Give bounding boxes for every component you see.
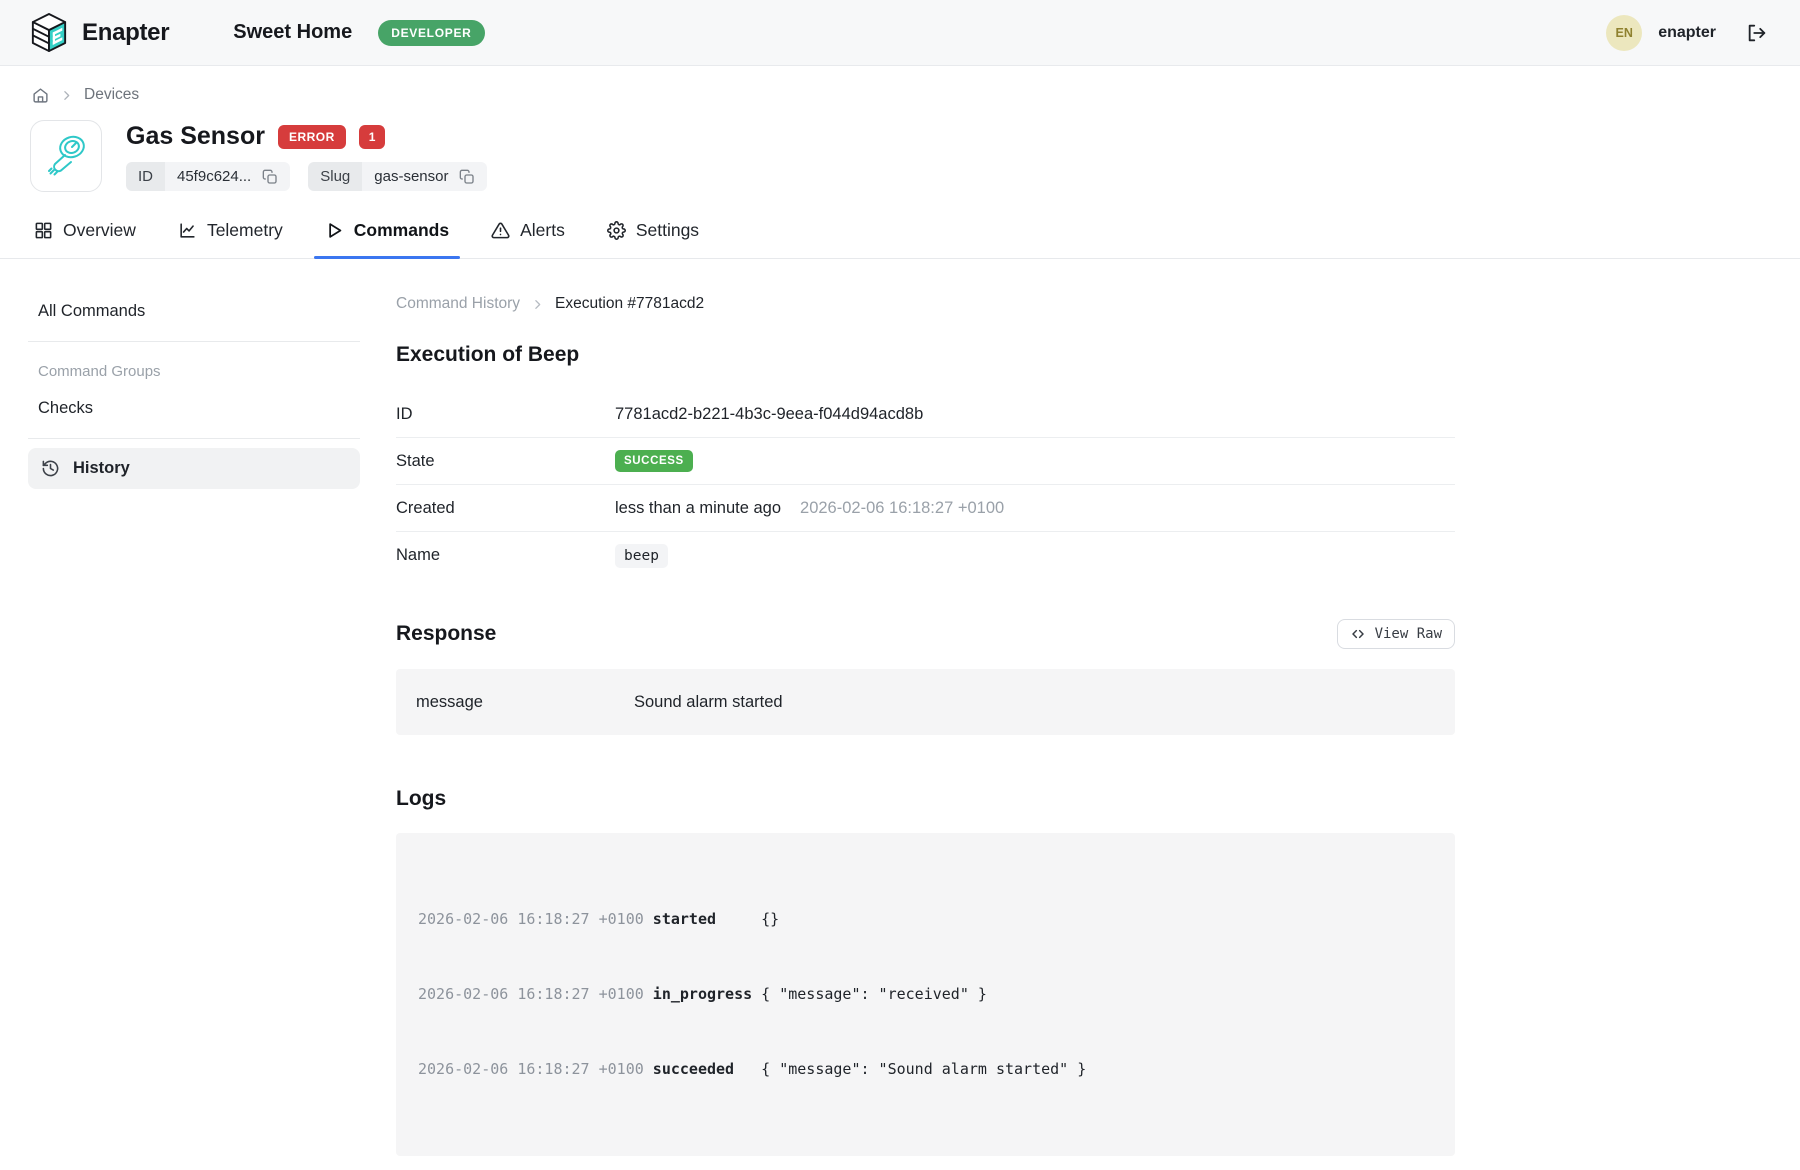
- chevron-right-icon: [60, 89, 73, 102]
- sidebar-divider: [28, 438, 360, 439]
- execution-title: Execution of Beep: [396, 343, 1455, 367]
- logout-icon: [1746, 22, 1768, 44]
- detail-row-name: Name beep: [396, 532, 1455, 579]
- device-id-value: 45f9c624...: [177, 168, 251, 185]
- commands-sidebar: All Commands Command Groups Checks Histo…: [28, 285, 360, 1156]
- view-raw-label: View Raw: [1375, 626, 1442, 642]
- sidebar-item-all-commands[interactable]: All Commands: [28, 291, 360, 332]
- device-icon-card: [30, 120, 102, 192]
- device-slug-label: Slug: [308, 162, 362, 191]
- response-section-head: Response View Raw: [396, 619, 1455, 649]
- code-icon: [1350, 626, 1366, 642]
- gear-icon: [607, 221, 626, 240]
- log-line: 2026-02-06 16:18:27 +0100 started{}: [418, 907, 1433, 932]
- detail-id-value: 7781acd2-b221-4b3c-9eea-f044d94acd8b: [615, 405, 923, 424]
- log-state: in_progress: [653, 982, 761, 1007]
- device-error-badge: ERROR: [278, 125, 346, 149]
- top-bar: Enapter Sweet Home DEVELOPER EN enapter: [0, 0, 1800, 66]
- chevron-right-icon: [531, 298, 544, 311]
- logout-button[interactable]: [1744, 20, 1770, 46]
- user-area: EN enapter: [1606, 15, 1770, 51]
- response-title: Response: [396, 622, 496, 646]
- device-header-info: Gas Sensor ERROR 1 ID 45f9c624... S: [126, 120, 487, 192]
- tab-commands-label: Commands: [354, 220, 449, 241]
- sidebar-history-label: History: [73, 459, 130, 478]
- log-payload: { "message": "Sound alarm started" }: [761, 1060, 1086, 1078]
- execution-breadcrumb: Command History Execution #7781acd2: [396, 295, 1455, 313]
- command-name-chip: beep: [615, 544, 668, 568]
- view-raw-button[interactable]: View Raw: [1337, 619, 1455, 649]
- log-state: started: [653, 907, 761, 932]
- tab-alerts[interactable]: Alerts: [491, 220, 565, 258]
- log-timestamp: 2026-02-06 16:18:27 +0100: [418, 985, 644, 1003]
- breadcrumb-command-history[interactable]: Command History: [396, 295, 520, 313]
- tab-overview-label: Overview: [63, 220, 136, 241]
- breadcrumb-devices[interactable]: Devices: [84, 86, 139, 104]
- logs-box: 2026-02-06 16:18:27 +0100 started{} 2026-…: [396, 833, 1455, 1156]
- tab-commands[interactable]: Commands: [325, 220, 449, 258]
- detail-name-label: Name: [396, 546, 615, 565]
- gas-sensor-icon: [42, 132, 90, 180]
- tab-settings[interactable]: Settings: [607, 220, 699, 258]
- breadcrumb: Devices: [0, 66, 1800, 104]
- tab-overview[interactable]: Overview: [34, 220, 136, 258]
- play-icon: [325, 221, 344, 240]
- content: All Commands Command Groups Checks Histo…: [0, 259, 1800, 1156]
- log-line: 2026-02-06 16:18:27 +0100 in_progress{ "m…: [418, 982, 1433, 1007]
- device-error-count-badge: 1: [359, 125, 386, 149]
- log-state: succeeded: [653, 1057, 761, 1082]
- device-id-label: ID: [126, 162, 165, 191]
- detail-created-label: Created: [396, 499, 615, 518]
- device-slug-value: gas-sensor: [374, 168, 448, 185]
- log-timestamp: 2026-02-06 16:18:27 +0100: [418, 910, 644, 928]
- breadcrumb-execution-id: Execution #7781acd2: [555, 295, 704, 313]
- tab-settings-label: Settings: [636, 220, 699, 241]
- created-absolute: 2026-02-06 16:18:27 +0100: [800, 499, 1004, 518]
- state-success-badge: SUCCESS: [615, 450, 693, 472]
- response-box: message Sound alarm started: [396, 669, 1455, 735]
- history-icon: [41, 459, 60, 478]
- detail-row-state: State SUCCESS: [396, 438, 1455, 485]
- device-name: Gas Sensor: [126, 122, 265, 151]
- device-tabs: Overview Telemetry Commands Alerts: [0, 192, 1800, 259]
- device-header: Gas Sensor ERROR 1 ID 45f9c624... S: [0, 104, 1800, 192]
- brand-name: Enapter: [82, 19, 169, 47]
- copy-slug-button[interactable]: [459, 169, 475, 185]
- execution-details: ID 7781acd2-b221-4b3c-9eea-f044d94acd8b …: [396, 391, 1455, 579]
- log-payload: { "message": "received" }: [761, 985, 987, 1003]
- sidebar-item-history[interactable]: History: [28, 448, 360, 489]
- site-name: Sweet Home: [233, 21, 352, 44]
- log-timestamp: 2026-02-06 16:18:27 +0100: [418, 1060, 644, 1078]
- response-key: message: [416, 693, 634, 712]
- user-name[interactable]: enapter: [1658, 24, 1716, 42]
- device-id-pill: ID 45f9c624...: [126, 162, 290, 191]
- sidebar-item-checks[interactable]: Checks: [28, 388, 360, 429]
- sidebar-groups-header: Command Groups: [28, 351, 360, 388]
- warning-triangle-icon: [491, 221, 510, 240]
- sidebar-divider: [28, 341, 360, 342]
- copy-id-button[interactable]: [262, 169, 278, 185]
- developer-badge: DEVELOPER: [378, 20, 484, 46]
- log-line: 2026-02-06 16:18:27 +0100 succeeded{ "mes…: [418, 1057, 1433, 1082]
- logs-title: Logs: [396, 787, 1455, 811]
- detail-row-created: Created less than a minute ago 2026-02-0…: [396, 485, 1455, 532]
- line-chart-icon: [178, 221, 197, 240]
- tab-telemetry[interactable]: Telemetry: [178, 220, 283, 258]
- created-relative: less than a minute ago: [615, 499, 781, 518]
- tab-alerts-label: Alerts: [520, 220, 565, 241]
- brand-home-link[interactable]: Enapter: [30, 12, 169, 54]
- home-icon[interactable]: [32, 87, 49, 104]
- grid-icon: [34, 221, 53, 240]
- log-payload: {}: [761, 910, 779, 928]
- tab-telemetry-label: Telemetry: [207, 220, 283, 241]
- detail-state-label: State: [396, 452, 615, 471]
- response-value: Sound alarm started: [634, 693, 783, 712]
- device-slug-pill: Slug gas-sensor: [308, 162, 487, 191]
- user-avatar[interactable]: EN: [1606, 15, 1642, 51]
- detail-row-id: ID 7781acd2-b221-4b3c-9eea-f044d94acd8b: [396, 391, 1455, 438]
- response-row-message: message Sound alarm started: [396, 679, 1455, 725]
- execution-panel: Command History Execution #7781acd2 Exec…: [396, 285, 1455, 1156]
- detail-id-label: ID: [396, 405, 615, 424]
- enapter-logo-icon: [30, 12, 68, 54]
